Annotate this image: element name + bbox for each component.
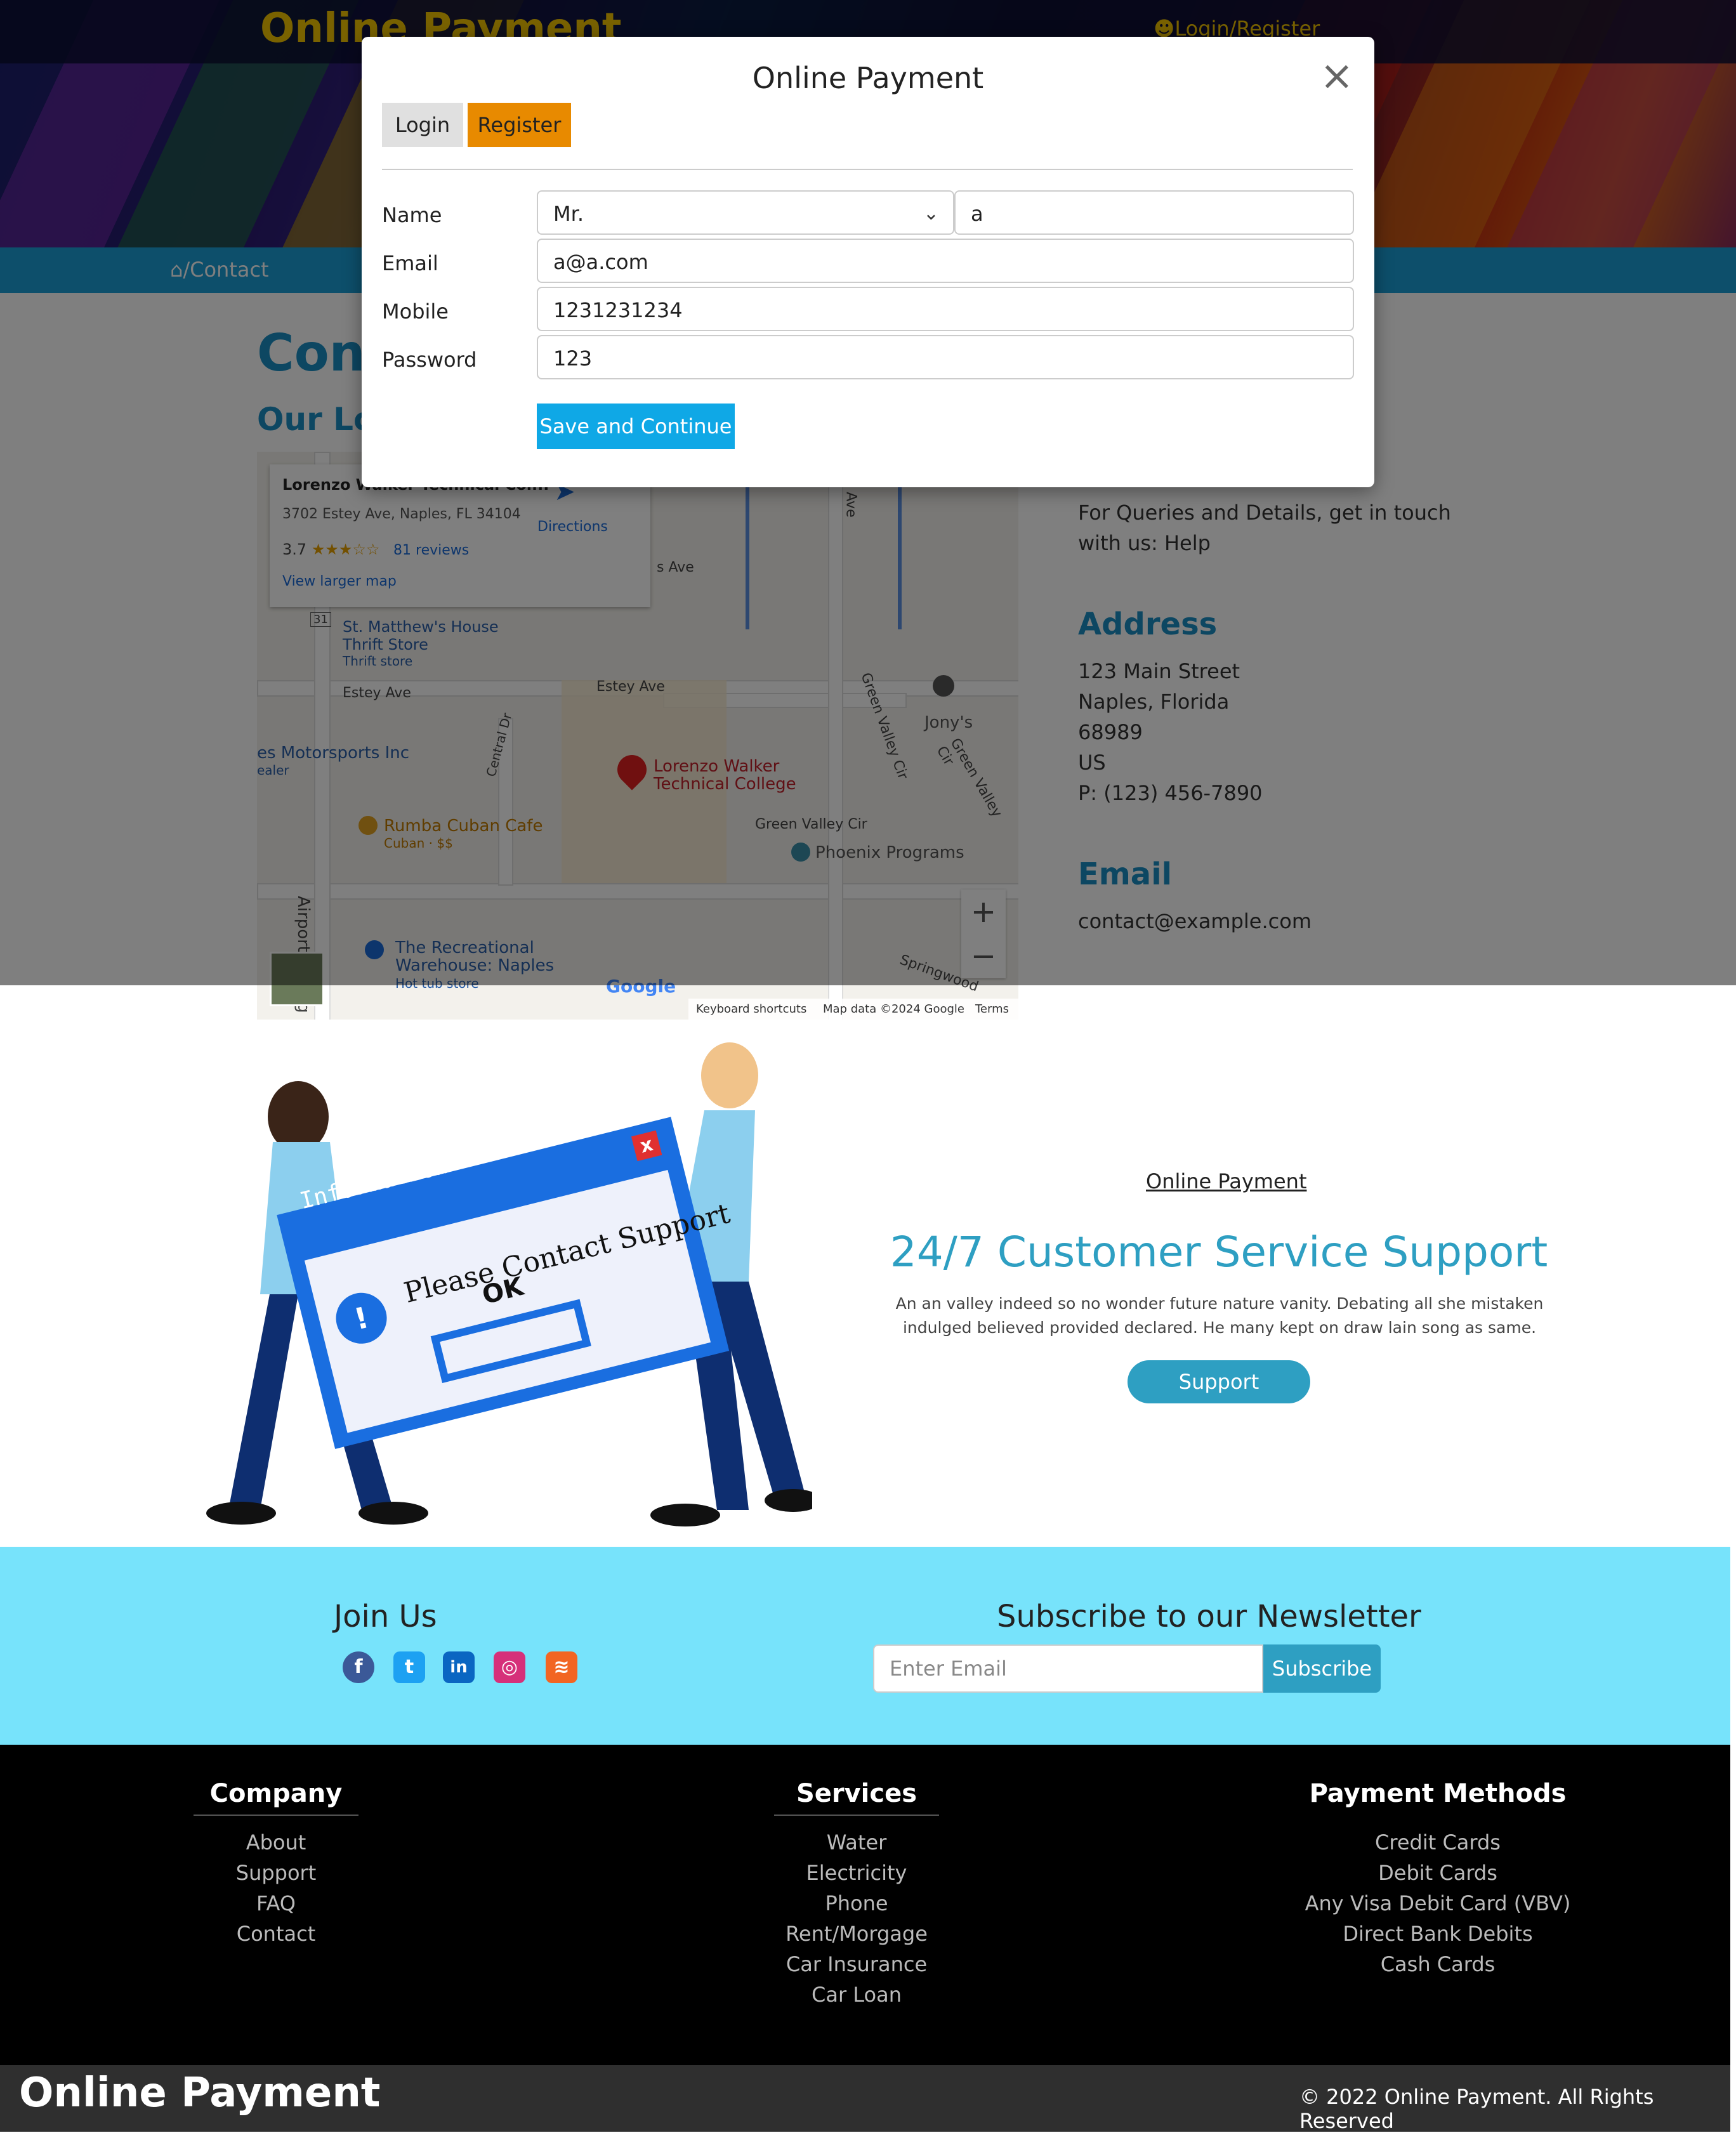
map-data-text: Map data ©2024 Google [823, 1002, 964, 1016]
mobile-label: Mobile [382, 299, 449, 324]
newsletter-heading: Subscribe to our Newsletter [997, 1599, 1421, 1634]
footer-payment-heading: Payment Methods [1309, 1779, 1567, 1808]
support-illustration: x ! Information Please Contact Support O… [203, 1040, 822, 1535]
linkedin-icon[interactable]: in [443, 1651, 475, 1683]
footer-services-heading: Services [796, 1779, 917, 1808]
name-input[interactable]: a [954, 190, 1354, 235]
footer-link[interactable]: Phone [742, 1888, 971, 1919]
modal-title: Online Payment [752, 61, 984, 95]
divider [382, 169, 1353, 170]
footer-link[interactable]: Car Insurance [742, 1949, 971, 1979]
copyright-text: © 2022 Online Payment. All Rights Reserv… [1299, 2085, 1654, 2133]
tab-register[interactable]: Register [468, 103, 571, 147]
tab-login[interactable]: Login [382, 103, 463, 147]
footer-link[interactable]: Debit Cards [1279, 1858, 1596, 1888]
footer-link[interactable]: Cash Cards [1279, 1949, 1596, 1979]
footer-link[interactable]: Electricity [742, 1858, 971, 1888]
mobile-input[interactable]: 1231231234 [537, 287, 1354, 331]
twitter-icon[interactable]: t [393, 1651, 425, 1683]
footer-payment-list: Credit Cards Debit Cards Any Visa Debit … [1279, 1827, 1596, 1979]
map-footer-bar: Keyboard shortcuts Map data ©2024 Google… [688, 999, 1018, 1020]
salutation-select[interactable]: Mr. ⌄ [537, 190, 954, 235]
password-input[interactable]: 123 [537, 335, 1354, 379]
footer-link[interactable]: Any Visa Debit Card (VBV) [1279, 1888, 1596, 1919]
footer-site-title[interactable]: Online Payment [19, 2070, 380, 2117]
instagram-icon[interactable]: ◎ [494, 1651, 525, 1683]
support-title: 24/7 Customer Service Support [890, 1228, 1548, 1277]
footer-link[interactable]: Rent/Morgage [742, 1919, 971, 1949]
footer-link[interactable]: About [194, 1827, 358, 1858]
footer-link[interactable]: Support [194, 1858, 358, 1888]
facebook-icon[interactable]: f [343, 1651, 374, 1683]
footer-company-heading: Company [209, 1779, 343, 1808]
salutation-value: Mr. [553, 202, 584, 226]
close-icon[interactable]: × [1320, 56, 1354, 96]
newsletter-email-input[interactable]: Enter Email [873, 1644, 1263, 1693]
terms-link[interactable]: Terms [975, 1002, 1009, 1016]
rss-icon[interactable]: ≋ [546, 1651, 577, 1683]
join-section [0, 1547, 1730, 1745]
keyboard-shortcuts-link[interactable]: Keyboard shortcuts [696, 1002, 806, 1016]
support-text: An an valley indeed so no wonder future … [895, 1294, 1544, 1337]
name-label: Name [382, 203, 442, 227]
join-heading: Join Us [334, 1599, 437, 1634]
footer-company-list: About Support FAQ Contact [194, 1827, 358, 1949]
footer-services-list: Water Electricity Phone Rent/Morgage Car… [742, 1827, 971, 2010]
footer-link[interactable]: Car Loan [742, 1979, 971, 2010]
email-label: Email [382, 251, 438, 275]
footer-link[interactable]: Water [742, 1827, 971, 1858]
login-register-modal: Online Payment × Login Register Name Mr.… [362, 37, 1374, 487]
save-and-continue-button[interactable]: Save and Continue [537, 404, 735, 449]
footer-link[interactable]: Contact [194, 1919, 358, 1949]
footer-link[interactable]: Credit Cards [1279, 1827, 1596, 1858]
support-label-link[interactable]: Online Payment [1146, 1169, 1306, 1193]
footer-link[interactable]: FAQ [194, 1888, 358, 1919]
footer-link[interactable]: Direct Bank Debits [1279, 1919, 1596, 1949]
password-label: Password [382, 348, 477, 372]
support-button[interactable]: Support [1128, 1360, 1310, 1403]
divider [774, 1815, 939, 1816]
chevron-down-icon: ⌄ [923, 202, 939, 225]
divider [194, 1815, 358, 1816]
email-input[interactable]: a@a.com [537, 239, 1354, 283]
subscribe-button[interactable]: Subscribe [1263, 1644, 1381, 1693]
